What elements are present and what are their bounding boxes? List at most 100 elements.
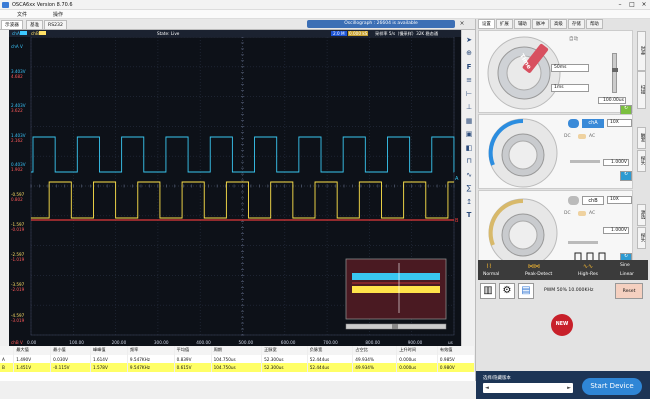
wave-square-icon[interactable]: ⊓: [463, 156, 475, 167]
meas-cell: 1.578V: [90, 363, 128, 373]
scope-axis-label: -0.019: [11, 227, 25, 232]
vtab-timebase[interactable]: 时基: [637, 31, 646, 71]
meas-cell: 52.444us: [307, 363, 354, 373]
t-icon[interactable]: T: [463, 210, 475, 221]
scope-grid-canvas: A B 0.00 100.00 200.00 300.00 400.00 500.00 600.…: [27, 37, 459, 345]
right-tab-4[interactable]: 高级: [550, 19, 567, 29]
chb-volt-field[interactable]: 1.000V: [603, 227, 629, 234]
version-slider[interactable]: ◄ ►: [483, 383, 573, 393]
vtab-trigger[interactable]: 触发: [637, 127, 646, 149]
update-banner[interactable]: Oscillograph : 26604 is available: [307, 20, 455, 28]
menu-bar: 文件 操作: [0, 10, 650, 19]
meas-cell: 0.000us: [396, 363, 438, 373]
right-tab-1[interactable]: 扩展: [496, 19, 513, 29]
app-icon: [2, 2, 9, 8]
meas-cell: 1.490V: [13, 354, 52, 364]
meas-cell: 0.839V: [174, 354, 212, 364]
scope-axis-label: -1.019: [11, 257, 25, 262]
x-tick-label: 300.00: [154, 340, 169, 345]
chb-offset-slider[interactable]: [568, 241, 598, 244]
chb-coupling-toggle[interactable]: [578, 211, 586, 216]
close-button[interactable]: ×: [639, 1, 649, 8]
settings-gear-icon[interactable]: ⚙: [499, 283, 515, 299]
scope-axis-label: 4.682: [11, 74, 23, 79]
measure-h-icon[interactable]: ⊢: [463, 89, 475, 100]
time-slider[interactable]: [612, 53, 618, 93]
trigger-icon[interactable]: ↥: [463, 197, 475, 208]
menu-operate[interactable]: 操作: [53, 11, 63, 18]
analysis-icon[interactable]: ▦: [463, 116, 475, 127]
scope-display[interactable]: chA chB State: Live 2.0 M 0.000 kS 采样率 5…: [9, 30, 461, 346]
right-tab-2[interactable]: 辅助: [514, 19, 531, 29]
palette-icon[interactable]: ◧: [463, 143, 475, 154]
scope-axis-label: 3.622: [11, 108, 23, 113]
measurement-grid: 最大值 最小值 峰峰值 频率 平均值 周期 正脉宽 负脉宽 占空比 上升时间 有效值 A 1.490V 0…: [0, 346, 476, 373]
maximize-button[interactable]: □: [627, 1, 637, 8]
meas-header: 频率: [127, 346, 175, 355]
meas-cell: 52.300us: [261, 363, 308, 373]
mode-normal[interactable]: Normal: [483, 272, 499, 277]
x-tick-label: 0.00: [27, 340, 37, 345]
chb-probe-select[interactable]: 10X: [607, 196, 632, 204]
vtab-probe-a[interactable]: 探头: [637, 150, 646, 172]
spectrum-icon[interactable]: ▥: [480, 283, 496, 299]
tab-oscilloscope[interactable]: 示波器: [1, 20, 23, 29]
cha-toggle[interactable]: [568, 119, 579, 128]
meas-cell: 52.444us: [307, 354, 354, 364]
math-icon[interactable]: ∑: [463, 183, 475, 194]
cha-swatch: [20, 31, 27, 35]
control-panel: 设置 扩展 辅助 脉冲 高级 存储 帮助 Time 自动 50ms 1ms 100.00us…: [475, 19, 650, 399]
time-select-1[interactable]: 50ms: [551, 64, 589, 72]
chb-dc-label: DC: [564, 211, 571, 216]
right-tab-5[interactable]: 存储: [568, 19, 585, 29]
reset-button[interactable]: Reset: [615, 283, 643, 299]
grid-icon[interactable]: ▣: [463, 129, 475, 140]
right-tab-0[interactable]: 设置: [478, 19, 495, 29]
meas-cell: 52.300us: [261, 354, 308, 364]
meas-header: 负脉宽: [307, 346, 354, 355]
cursor-icon[interactable]: ➤: [463, 35, 475, 46]
tab-rs232[interactable]: RS232: [44, 20, 67, 29]
bars-icon[interactable]: ≡: [463, 75, 475, 86]
tab-reference[interactable]: 基准: [26, 20, 44, 29]
measure-v-icon[interactable]: ⊥: [463, 102, 475, 113]
zoom-in-icon[interactable]: ⊕: [463, 48, 475, 59]
overview-chb-band: [352, 286, 440, 293]
vtab-source[interactable]: 源选: [637, 204, 646, 226]
menu-file[interactable]: 文件: [17, 11, 27, 18]
cha-dc-label: DC: [564, 134, 571, 139]
chart-icon[interactable]: ▤: [518, 283, 534, 299]
right-tab-6[interactable]: 帮助: [586, 19, 603, 29]
mode-high-res[interactable]: High-Res: [578, 272, 598, 277]
cha-offset-slider[interactable]: [570, 160, 600, 163]
normal-mode-icon: ⌇⌇: [486, 263, 492, 270]
meas-cell: A: [0, 354, 15, 364]
new-badge[interactable]: NEW: [551, 314, 573, 336]
chb-toggle[interactable]: [568, 196, 579, 205]
cha-probe-select[interactable]: 10X: [607, 119, 632, 127]
mode-linear[interactable]: Linear: [620, 272, 634, 277]
peak-mode-icon: ⋈⋈: [528, 263, 540, 270]
minimize-button[interactable]: –: [615, 1, 625, 8]
x-tick-label: 500.00: [239, 340, 254, 345]
meas-cell: 1.614V: [90, 354, 128, 364]
time-select-2[interactable]: 1ms: [551, 84, 589, 92]
overview-cha-band: [352, 273, 440, 280]
cha-volt-field[interactable]: 1.000V: [603, 159, 629, 166]
cha-ac-label: AC: [589, 134, 596, 139]
meas-header: 周期: [211, 346, 263, 355]
window-title: OSCA6xx Version 8.70.6: [12, 2, 73, 8]
fourier-icon[interactable]: F: [463, 62, 475, 73]
chb-marker: B: [455, 218, 459, 224]
banner-close-icon[interactable]: ×: [458, 20, 466, 28]
scope-toolbar: ➤ ⊕ F ≡ ⊢ ⊥ ▦ ▣ ◧ ⊓ ∿ ∑ ↥ T: [461, 30, 475, 346]
mode-sine[interactable]: Sine: [620, 263, 630, 268]
cha-auto-button[interactable]: ↻: [620, 171, 632, 181]
vtab-probe-b[interactable]: 探头: [637, 227, 646, 249]
mode-peak-detect[interactable]: Peak-Detect: [525, 272, 552, 277]
cha-coupling-toggle[interactable]: [578, 134, 586, 139]
vtab-scan[interactable]: 扫描: [637, 71, 646, 109]
wave-sine-icon[interactable]: ∿: [463, 170, 475, 181]
time-value-field[interactable]: 100.00us: [598, 97, 626, 104]
right-tab-3[interactable]: 脉冲: [532, 19, 549, 29]
